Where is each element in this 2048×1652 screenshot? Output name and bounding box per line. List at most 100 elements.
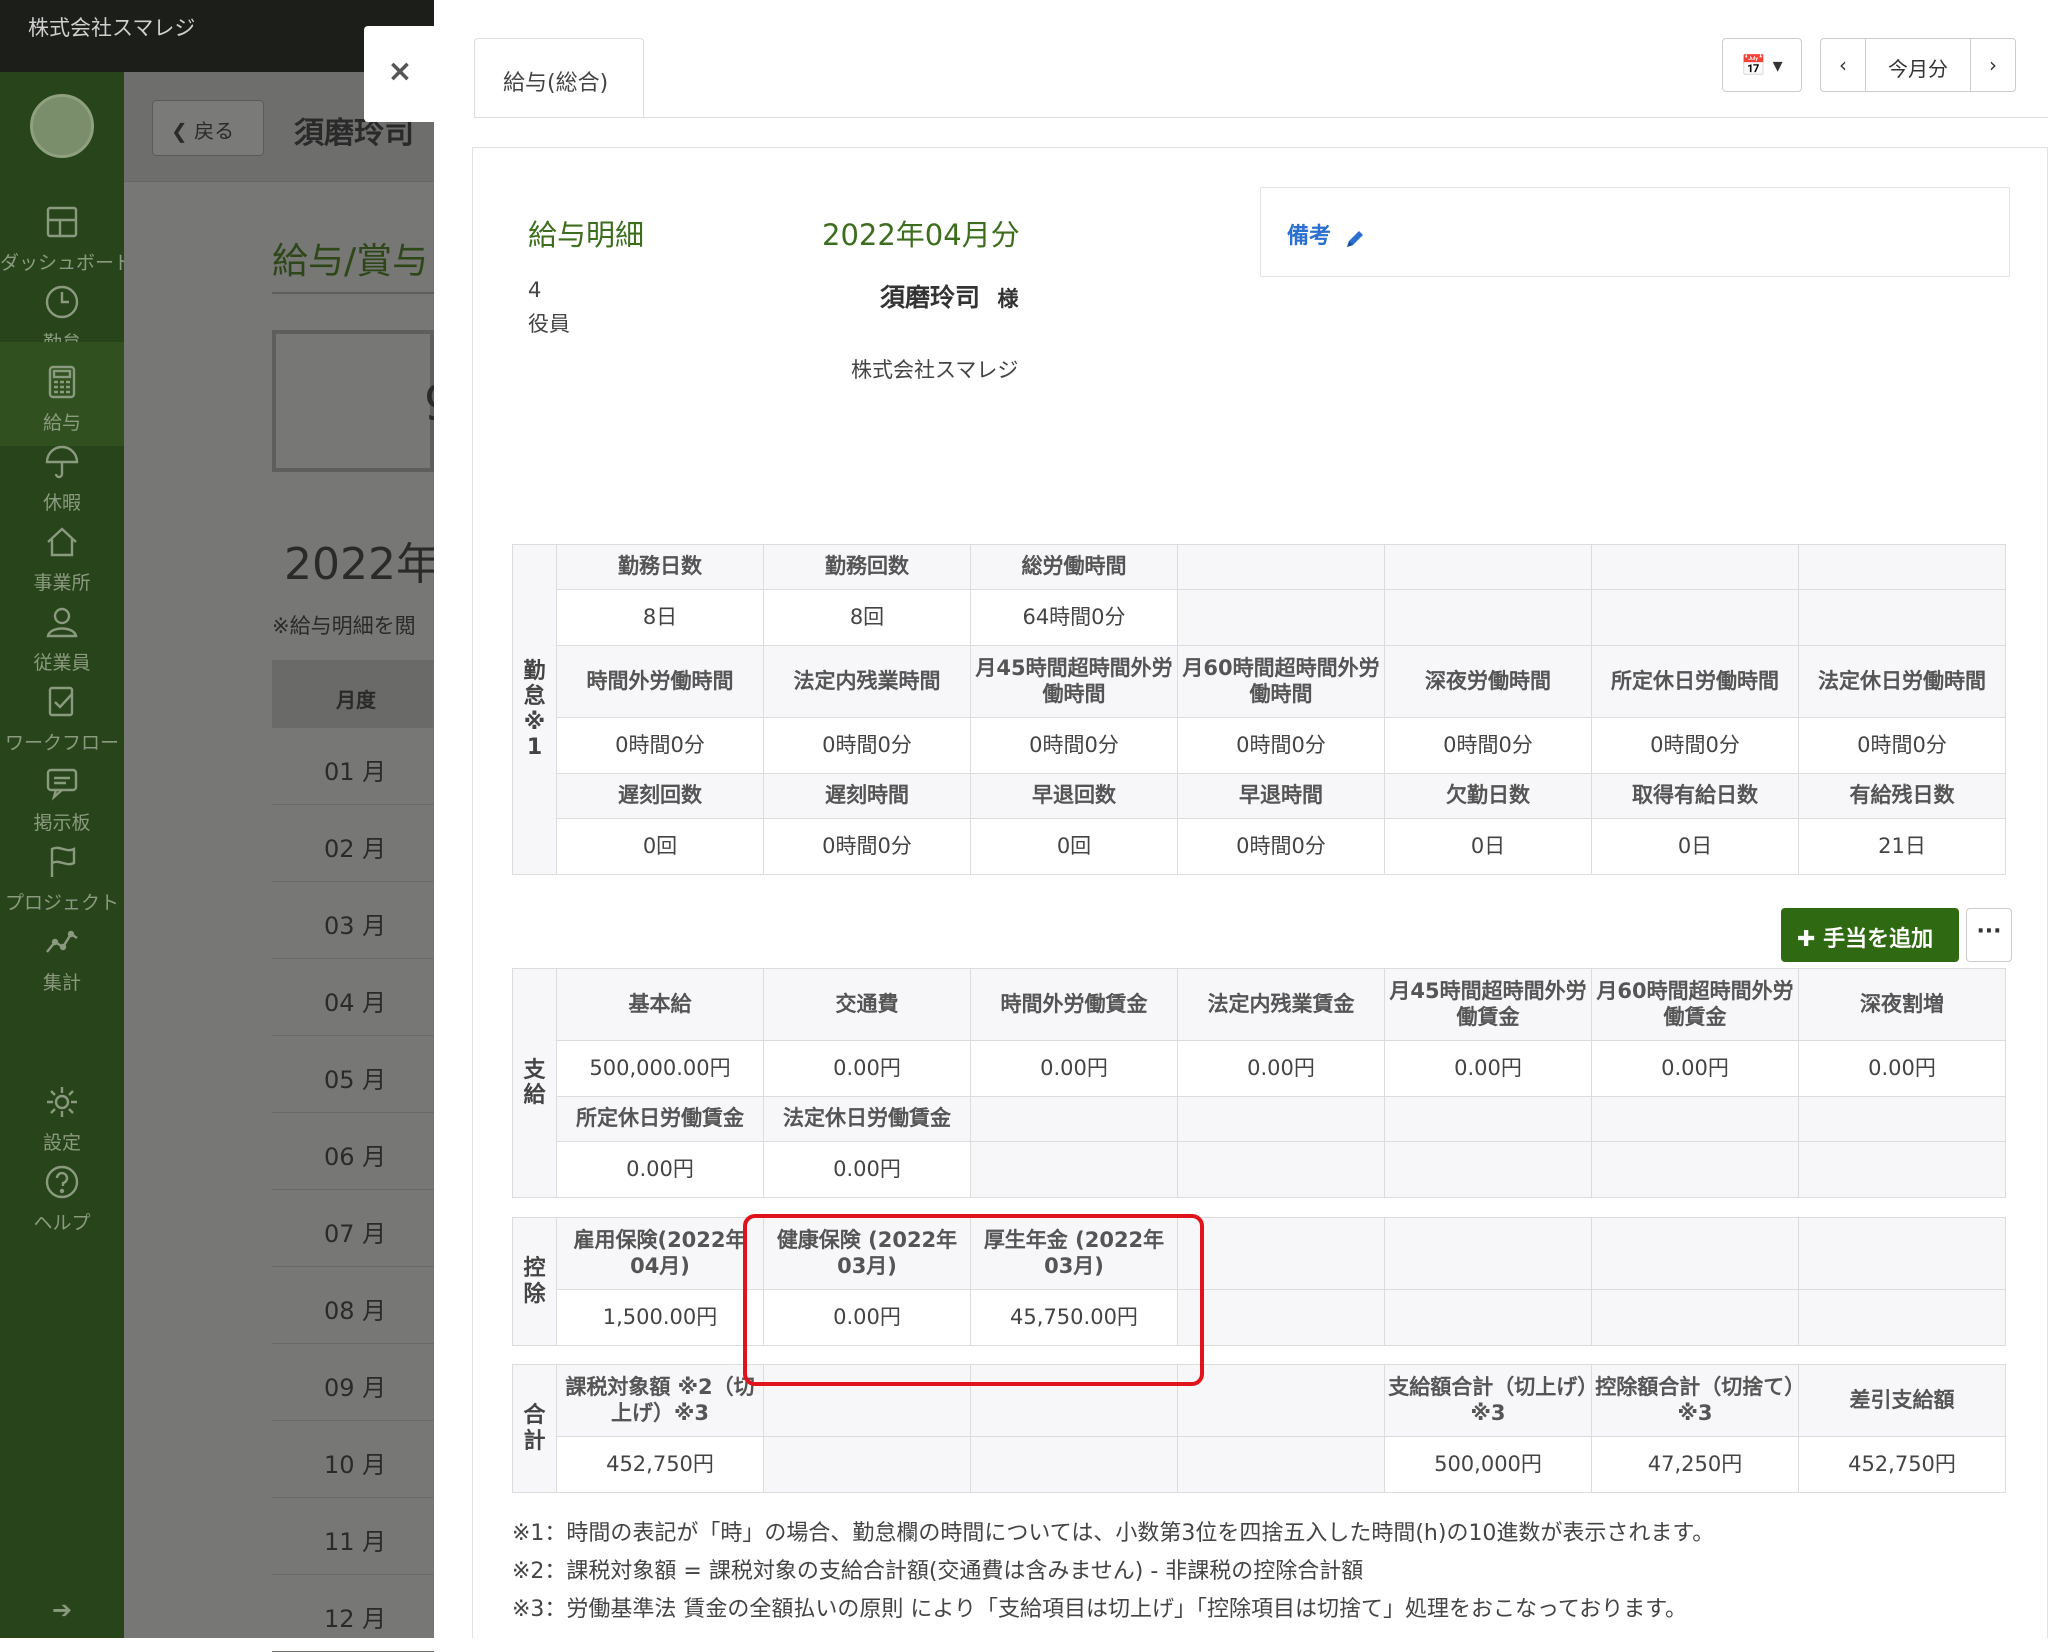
empty-cell bbox=[1384, 1289, 1592, 1346]
chart-icon bbox=[42, 922, 82, 962]
month-row[interactable]: 03 月 bbox=[272, 882, 434, 959]
month-row[interactable]: 12 月 bbox=[272, 1575, 434, 1652]
attendance-section-label: 勤怠 ※ 1 bbox=[512, 544, 557, 875]
avatar[interactable] bbox=[30, 94, 94, 158]
section-label-char: 合 bbox=[523, 1403, 546, 1429]
month-row[interactable]: 06 月 bbox=[272, 1113, 434, 1190]
empty-cell bbox=[1798, 1141, 2006, 1198]
column-header: 法定休日労働賃金 bbox=[763, 1096, 971, 1142]
empty-cell bbox=[1177, 1217, 1385, 1290]
empty-cell bbox=[1591, 1217, 1799, 1290]
table-cell: 452,750円 bbox=[1798, 1436, 2006, 1493]
empty-cell bbox=[1384, 1096, 1592, 1142]
empty-cell bbox=[1177, 1436, 1385, 1493]
umbrella-icon bbox=[42, 442, 82, 482]
empty-cell bbox=[1177, 1141, 1385, 1198]
column-header: 勤務回数 bbox=[763, 544, 971, 590]
section-label-char: 計 bbox=[523, 1428, 546, 1454]
column-header: 深夜労働時間 bbox=[1384, 645, 1592, 718]
month-row[interactable]: 04 月 bbox=[272, 959, 434, 1036]
deduction-table: 控除雇用保険(2022年04月) 健康保険 (2022年03月) 厚生年金 (202… bbox=[512, 1217, 2006, 1346]
table-cell: 1,500.00円 bbox=[556, 1289, 764, 1346]
empty-cell bbox=[1798, 1289, 2006, 1346]
calculator-icon bbox=[42, 362, 82, 402]
pencil-icon[interactable] bbox=[1344, 228, 1366, 250]
table-cell: 64時間0分 bbox=[970, 589, 1178, 646]
table-cell: 0時間0分 bbox=[1177, 818, 1385, 875]
column-header: 欠勤日数 bbox=[1384, 773, 1592, 819]
table-cell: 0時間0分 bbox=[970, 717, 1178, 774]
month-row[interactable]: 11 月 bbox=[272, 1498, 434, 1575]
value-row: 0.00円 0.00円 bbox=[513, 1141, 2006, 1198]
sidebar-item-help[interactable]: ヘルプ bbox=[0, 1142, 124, 1246]
back-button[interactable]: ❮ 戻る bbox=[152, 100, 264, 156]
year-heading: 2022年 bbox=[284, 539, 440, 590]
this-month-button[interactable]: 今月分 bbox=[1865, 38, 1971, 92]
column-header: 差引支給額 bbox=[1798, 1364, 2006, 1437]
table-cell: 452,750円 bbox=[556, 1436, 764, 1493]
month-row[interactable]: 05 月 bbox=[272, 1036, 434, 1113]
header-row: 合計課税対象額 ※2（切上げ）※3 支給額合計（切上げ）※3 控除額合計（切捨て）※… bbox=[512, 1364, 2006, 1493]
sidebar-item-chart[interactable]: 集計 bbox=[0, 902, 124, 1006]
month-column-header: 月度 bbox=[272, 660, 434, 728]
help-icon bbox=[42, 1162, 82, 1202]
empty-cell bbox=[1591, 1096, 1799, 1142]
table-cell: 0時間0分 bbox=[556, 717, 764, 774]
deduction-section-label: 控除 bbox=[512, 1217, 557, 1346]
header-row: 遅刻回数 遅刻時間 早退回数 早退時間 欠勤日数 取得有給日数 有給残日数 bbox=[513, 773, 2006, 819]
section-label-char: 支 bbox=[523, 1057, 546, 1083]
payslip-note: ※給与明細を閲 bbox=[272, 614, 416, 638]
sidebar-expand-icon[interactable]: ➔ bbox=[0, 1588, 124, 1638]
table-cell: 0.00円 bbox=[763, 1141, 971, 1198]
header-row: 時間外労働時間 法定内残業時間 月45時間超時間外労働時間 月60時間超時間外労働時間… bbox=[513, 645, 2006, 718]
table-cell: 0日 bbox=[1384, 818, 1592, 875]
sidebar-item-label: 集計 bbox=[42, 972, 81, 994]
column-header: 法定内残業時間 bbox=[763, 645, 971, 718]
calendar-dropdown-button[interactable]: 📅 ▾ bbox=[1722, 38, 1802, 92]
section-label-char: ※ bbox=[523, 709, 546, 735]
add-allowance-button[interactable]: ✚ 手当を追加 bbox=[1781, 908, 1959, 962]
empty-cell bbox=[1384, 589, 1592, 646]
month-row[interactable]: 09 月 bbox=[272, 1344, 434, 1421]
table-cell: 0.00円 bbox=[556, 1141, 764, 1198]
remarks-edit-link[interactable]: 備考 bbox=[1287, 224, 1331, 249]
table-cell: 0時間0分 bbox=[1177, 717, 1385, 774]
summary-box: 9 bbox=[272, 330, 455, 472]
month-row[interactable]: 07 月 bbox=[272, 1190, 434, 1267]
table-cell: 0時間0分 bbox=[763, 717, 971, 774]
prev-month-button[interactable]: ‹ bbox=[1820, 38, 1866, 92]
value-row: 0回 0時間0分 0回 0時間0分 0日 0日 21日 bbox=[513, 818, 2006, 875]
month-row[interactable]: 01 月 bbox=[272, 728, 434, 805]
section-label-char: 除 bbox=[523, 1281, 546, 1307]
dashboard-icon bbox=[42, 202, 82, 242]
chevron-left-icon: ❮ bbox=[171, 119, 195, 143]
more-options-button[interactable]: ··· bbox=[1966, 908, 2012, 962]
column-header: 月60時間超時間外労働時間 bbox=[1177, 645, 1385, 718]
column-header: 健康保険 (2022年03月) bbox=[763, 1217, 971, 1290]
table-cell: 0.00円 bbox=[1177, 1040, 1385, 1097]
column-header: 時間外労働時間 bbox=[556, 645, 764, 718]
close-button[interactable]: × bbox=[364, 26, 436, 122]
tab-salary-total[interactable]: 給与(総合) bbox=[474, 38, 644, 118]
table-cell: 0.00円 bbox=[1384, 1040, 1592, 1097]
user-icon bbox=[42, 602, 82, 642]
tab-divider bbox=[474, 117, 2048, 118]
section-label-char: 給 bbox=[523, 1083, 546, 1108]
employee-role: 役員 bbox=[528, 312, 570, 336]
payslip-period: 2022年04月分 bbox=[822, 218, 1020, 252]
column-header: 遅刻時間 bbox=[763, 773, 971, 819]
month-row[interactable]: 08 月 bbox=[272, 1267, 434, 1344]
header-row: 支給基本給 交通費 時間外労働賃金 法定内残業賃金 月45時間超時間外労働賃金 月60時間… bbox=[512, 968, 2006, 1198]
column-header: 月45時間超時間外労働賃金 bbox=[1384, 968, 1592, 1041]
empty-cell bbox=[1798, 1096, 2006, 1142]
table-cell: 0日 bbox=[1591, 818, 1799, 875]
table-cell: 21日 bbox=[1798, 818, 2006, 875]
empty-cell bbox=[1591, 1289, 1799, 1346]
next-month-button[interactable]: › bbox=[1970, 38, 2016, 92]
column-header: 遅刻回数 bbox=[556, 773, 764, 819]
month-row[interactable]: 02 月 bbox=[272, 805, 434, 882]
empty-cell bbox=[1177, 1289, 1385, 1346]
value-row: 500,000.00円 0.00円 0.00円 0.00円 0.00円 0.00円 0.00… bbox=[513, 1040, 2006, 1097]
month-row[interactable]: 10 月 bbox=[272, 1421, 434, 1498]
title-divider bbox=[272, 292, 434, 294]
